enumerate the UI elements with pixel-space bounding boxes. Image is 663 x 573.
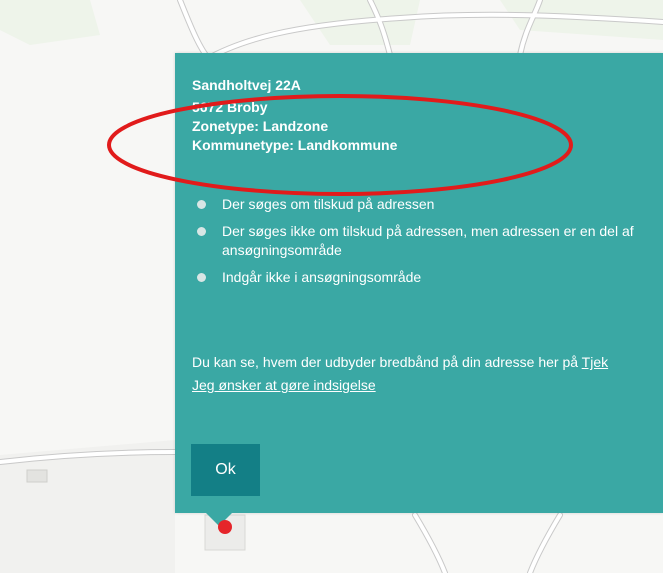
broadband-info-text: Du kan se, hvem der udbyder bredbånd på … (192, 354, 582, 370)
bullet-icon (197, 273, 206, 282)
broadband-check-link[interactable]: Tjek (582, 354, 608, 370)
bullet-icon (197, 227, 206, 236)
broadband-info: Du kan se, hvem der udbyder bredbånd på … (192, 354, 608, 370)
legend-item-applied: Der søges om tilskud på adressen (197, 195, 663, 214)
map-marker-icon[interactable] (218, 520, 232, 534)
address-city: 5672 Broby (192, 99, 268, 115)
address-popup: Sandholtvej 22A 5672 Broby Zonetype: Lan… (175, 53, 663, 513)
legend-item-not-applied: Der søges ikke om tilskud på adressen, m… (197, 222, 663, 260)
legend-label: Indgår ikke i ansøgningsområde (222, 269, 422, 285)
objection-link[interactable]: Jeg ønsker at gøre indsigelse (192, 377, 376, 393)
address-street: Sandholtvej 22A (192, 77, 301, 93)
status-legend: Der søges om tilskud på adressen Der søg… (197, 195, 663, 295)
legend-item-not-included: Indgår ikke i ansøgningsområde (197, 268, 663, 287)
bullet-icon (197, 200, 206, 209)
zone-type: Zonetype: Landzone (192, 118, 329, 134)
legend-label: Der søges ikke om tilskud på adressen, m… (222, 223, 634, 239)
legend-label-continuation: ansøgningsområde (222, 242, 342, 258)
legend-label: Der søges om tilskud på adressen (222, 196, 435, 212)
ok-button[interactable]: Ok (191, 444, 260, 496)
address-block: Sandholtvej 22A 5672 Broby Zonetype: Lan… (192, 77, 398, 155)
municipality-type: Kommunetype: Landkommune (192, 137, 398, 153)
